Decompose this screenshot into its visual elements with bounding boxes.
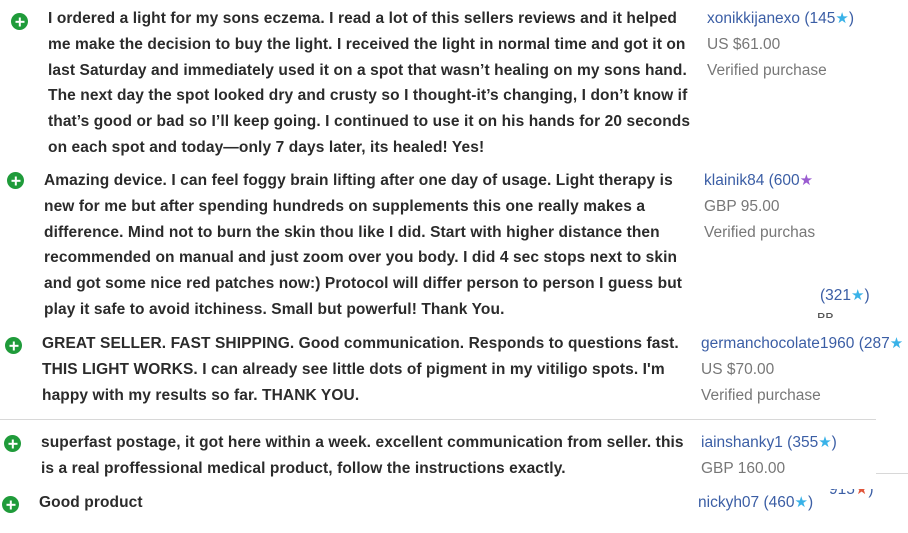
clipped-text-content: вв bbox=[817, 313, 833, 322]
star-icon: ★ bbox=[889, 335, 904, 352]
review-text: superfast postage, it got here within a … bbox=[41, 434, 684, 477]
feedback-score-value: 915 bbox=[829, 489, 855, 498]
plus-circle-icon[interactable] bbox=[4, 435, 21, 452]
item-price: GBP 95.00 bbox=[704, 198, 780, 215]
feedback-score[interactable]: (460 bbox=[764, 494, 795, 511]
feedback-score[interactable]: (321 bbox=[820, 287, 851, 304]
review-text: Good product bbox=[39, 494, 143, 511]
star-icon: ★ bbox=[854, 489, 869, 498]
reviewer-info: xonikkijanexo (145★) bbox=[707, 8, 854, 30]
reviewer-username[interactable]: xonikkijanexo bbox=[707, 10, 800, 27]
verified-purchase: Verified purchase bbox=[707, 62, 827, 79]
reviewer-username[interactable]: nickyh07 bbox=[698, 494, 759, 511]
item-price: US $61.00 bbox=[707, 36, 781, 53]
reviewer-info: klainik84 (600★ bbox=[704, 170, 813, 192]
reviewer-username[interactable]: iainshanky1 bbox=[701, 434, 783, 451]
verified-purchase: Verified purchas bbox=[704, 224, 816, 241]
star-icon: ★ bbox=[835, 10, 849, 27]
feedback-score-close: ) bbox=[864, 287, 870, 304]
reviewer-username[interactable]: klainik84 bbox=[704, 172, 764, 189]
divider bbox=[876, 473, 908, 474]
star-icon: ★ bbox=[851, 287, 865, 304]
plus-circle-icon[interactable] bbox=[7, 172, 24, 189]
plus-circle-icon[interactable] bbox=[2, 496, 19, 513]
feedback-score-fragment: 915★) bbox=[829, 489, 874, 498]
clipped-feedback-score: 915★) bbox=[829, 489, 879, 498]
feedback-score-close: ) bbox=[831, 434, 837, 451]
review-text: Amazing device. I can feel foggy brain l… bbox=[44, 172, 683, 318]
feedback-score[interactable]: (600 bbox=[769, 172, 800, 189]
feedback-score[interactable]: (145 bbox=[804, 10, 835, 27]
reviewer-info: nickyh07 (460★) bbox=[698, 492, 813, 514]
review-text: GREAT SELLER. FAST SHIPPING. Good commun… bbox=[42, 335, 679, 404]
feedback-score[interactable]: (287 bbox=[859, 335, 890, 352]
star-icon: ★ bbox=[794, 494, 808, 511]
item-price: US $70.00 bbox=[701, 361, 775, 378]
item-price: GBP 160.00 bbox=[701, 460, 786, 477]
verified-purchase: Verified purchase bbox=[701, 387, 821, 404]
reviewer-username[interactable]: germanchocolate1960 bbox=[701, 335, 854, 352]
reviewer-info: iainshanky1 (355★) bbox=[701, 432, 837, 454]
reviewer-info-fragment: (321★) bbox=[820, 285, 870, 307]
plus-circle-icon[interactable] bbox=[11, 13, 28, 30]
feedback-score-close: ) bbox=[807, 494, 814, 511]
feedback-score[interactable]: (355 bbox=[787, 434, 818, 451]
feedback-score-close: ) bbox=[848, 10, 855, 27]
plus-circle-icon[interactable] bbox=[5, 337, 22, 354]
star-icon: ★ bbox=[818, 434, 832, 451]
divider bbox=[0, 419, 876, 420]
star-icon: ★ bbox=[799, 172, 814, 189]
review-text: I ordered a light for my sons eczema. I … bbox=[48, 10, 691, 156]
clipped-text: вв bbox=[817, 313, 833, 322]
reviewer-info: germanchocolate1960 (287★ bbox=[701, 333, 903, 355]
